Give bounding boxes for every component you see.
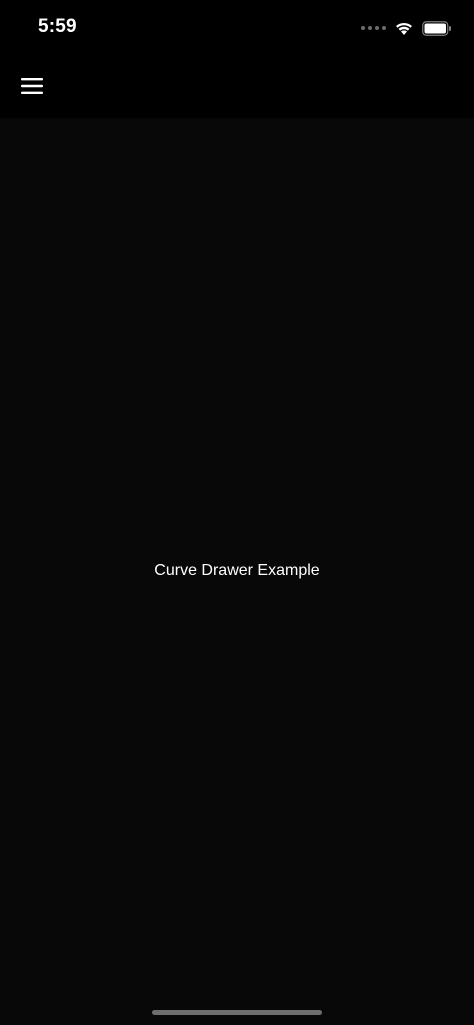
status-time: 5:59 (38, 16, 77, 37)
hamburger-menu-icon (21, 78, 43, 94)
main-content: Curve Drawer Example (0, 118, 474, 1025)
signal-dots-icon (361, 26, 386, 30)
battery-icon (422, 20, 451, 36)
app-screen: 5:59 Curve Drawer Example (0, 0, 474, 1025)
status-icons (361, 18, 452, 38)
app-bar (0, 58, 474, 118)
menu-button[interactable] (12, 66, 52, 106)
home-indicator[interactable] (152, 1010, 322, 1015)
page-title: Curve Drawer Example (154, 562, 320, 579)
status-bar: 5:59 (0, 0, 474, 58)
wifi-icon (396, 22, 412, 35)
